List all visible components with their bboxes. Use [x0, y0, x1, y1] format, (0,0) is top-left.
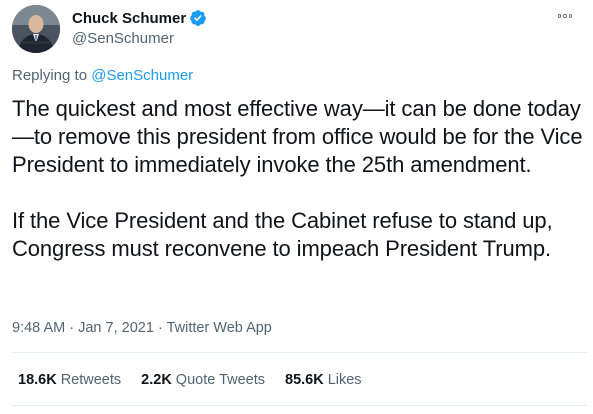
- tweet-stats: 18.6K Retweets 2.2K Quote Tweets 85.6K Like…: [18, 372, 382, 388]
- tweet-paragraph-2: If the Vice President and the Cabinet re…: [12, 208, 553, 261]
- more-horizontal-icon: [568, 14, 573, 18]
- more-horizontal-icon: [563, 14, 567, 18]
- verified-badge-icon: [189, 9, 207, 27]
- avatar[interactable]: [12, 5, 60, 53]
- replying-prefix: Replying to: [12, 67, 88, 84]
- likes-stat[interactable]: 85.6K Likes: [285, 372, 362, 388]
- retweets-label: Retweets: [60, 372, 122, 388]
- tweet-date[interactable]: Jan 7, 2021: [78, 320, 154, 336]
- meta-separator: ·: [69, 320, 75, 336]
- replying-to: Replying to @SenSchumer: [12, 67, 193, 84]
- quote-tweets-stat[interactable]: 2.2K Quote Tweets: [141, 372, 265, 388]
- quote-tweets-label: Quote Tweets: [175, 372, 265, 388]
- replying-to-link[interactable]: @SenSchumer: [91, 67, 193, 84]
- likes-count: 85.6K: [285, 372, 324, 388]
- quote-tweets-count: 2.2K: [141, 372, 172, 388]
- retweets-stat[interactable]: 18.6K Retweets: [18, 372, 121, 388]
- divider: [12, 352, 587, 353]
- more-options-button[interactable]: [553, 8, 577, 24]
- avatar-portrait-icon: [12, 5, 60, 53]
- tweet-meta: 9:48 AM · Jan 7, 2021 · Twitter Web App: [12, 320, 272, 336]
- meta-separator: ·: [157, 320, 163, 336]
- tweet-paragraph-1: The quickest and most effective way—it c…: [12, 96, 583, 177]
- tweet-text: The quickest and most effective way—it c…: [12, 95, 587, 263]
- more-horizontal-icon: [557, 14, 562, 18]
- tweet-card: Chuck Schumer @SenSchumer Replying to @S…: [0, 0, 593, 414]
- name-row: Chuck Schumer: [72, 8, 207, 28]
- retweets-count: 18.6K: [18, 372, 57, 388]
- author-name[interactable]: Chuck Schumer: [72, 10, 186, 27]
- author-block: Chuck Schumer @SenSchumer: [72, 8, 207, 47]
- tweet-time[interactable]: 9:48 AM: [12, 320, 65, 336]
- tweet-source-app[interactable]: Twitter Web App: [167, 320, 272, 336]
- divider: [12, 405, 587, 406]
- likes-label: Likes: [327, 372, 362, 388]
- tweet-header: Chuck Schumer @SenSchumer: [12, 4, 583, 56]
- author-handle[interactable]: @SenSchumer: [72, 30, 207, 47]
